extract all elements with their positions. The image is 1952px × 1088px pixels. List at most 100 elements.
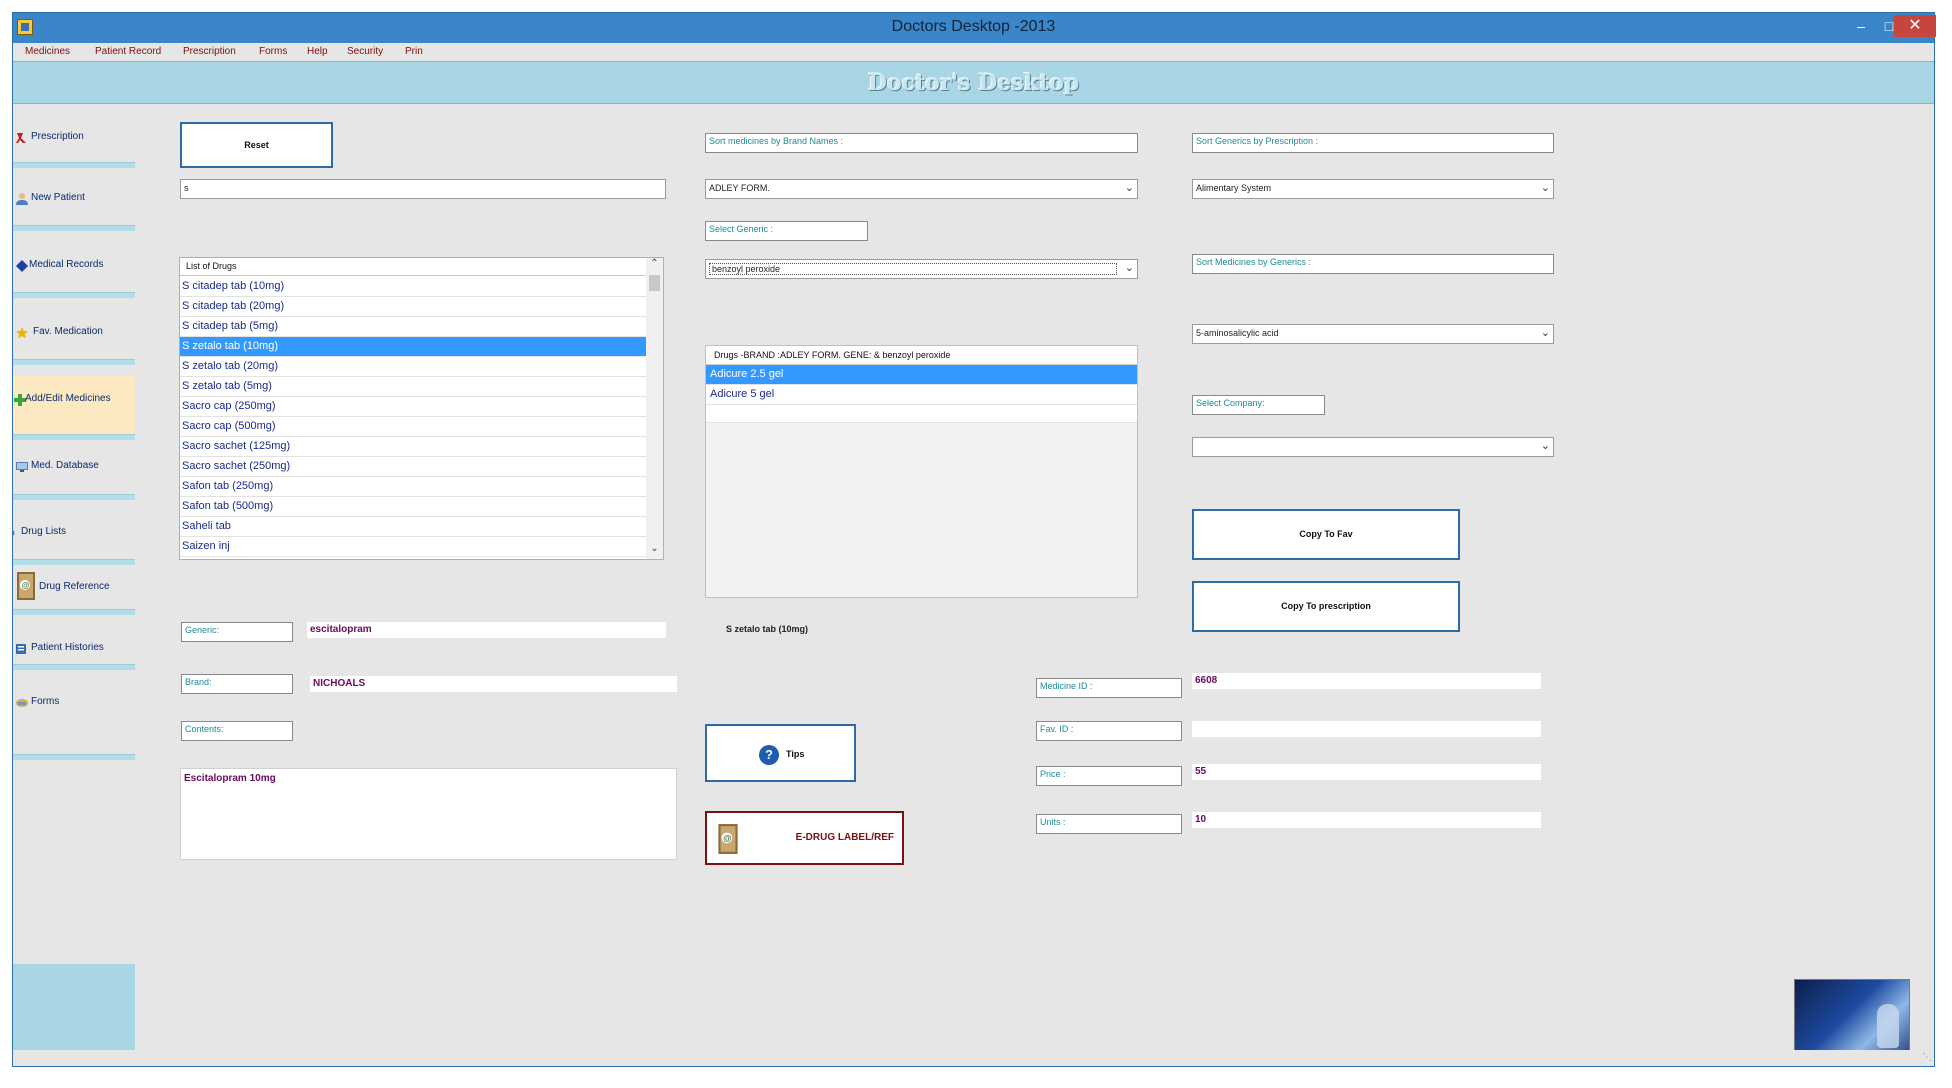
app-window: Doctors Desktop -2013 – □ ✕ Medicines Pa… — [12, 12, 1936, 1067]
sidebar-item-label: Patient Histories — [31, 642, 104, 653]
chevron-down-icon: ⌄ — [1540, 327, 1550, 339]
drug-list-item[interactable]: S citadep tab (20mg) — [180, 297, 646, 317]
svg-text:@: @ — [22, 581, 30, 590]
brand-list-item[interactable]: Adicure 5 gel — [706, 385, 1137, 405]
drug-list[interactable]: List of Drugs S citadep tab (10mg) S cita… — [179, 257, 664, 560]
drug-list-item[interactable]: Sacro sachet (250mg) — [180, 457, 646, 477]
copy-to-prescription-button[interactable]: Copy To prescription — [1192, 581, 1460, 632]
sidebar-divider — [13, 359, 135, 365]
new-patient-icon — [16, 193, 28, 205]
banner-title: Doctor's Desktop — [867, 70, 1080, 96]
sidebar-divider — [13, 434, 135, 440]
brand-list-header: Drugs -BRAND :ADLEY FORM. GENE: & benzoy… — [706, 346, 1137, 365]
sidebar-item-med-database[interactable]: Med. Database — [13, 460, 135, 480]
medicine-id-label: Medicine ID : — [1036, 678, 1182, 698]
sidebar-item-forms[interactable]: Forms — [13, 696, 135, 716]
menu-print[interactable]: Prin — [405, 46, 423, 57]
drug-list-item[interactable]: S zetalo tab (10mg) — [180, 337, 646, 357]
chevron-down-icon: ⌄ — [1124, 182, 1134, 194]
generic-label: Generic: — [181, 622, 293, 642]
menu-medicines[interactable]: Medicines — [25, 46, 70, 57]
sidebar-item-patient-histories[interactable]: Patient Histories — [13, 642, 135, 662]
sidebar-item-label: Drug Lists — [21, 526, 67, 537]
copy-to-fav-button[interactable]: Copy To Fav — [1192, 509, 1460, 560]
drug-list-item[interactable]: S zetalo tab (20mg) — [180, 357, 646, 377]
medical-records-icon — [16, 260, 28, 272]
drug-list-item[interactable]: Safon tab (250mg) — [180, 477, 646, 497]
drug-list-item[interactable]: Safon tab (500mg) — [180, 497, 646, 517]
sidebar-item-new-patient[interactable]: New Patient — [13, 192, 135, 212]
fav-id-label: Fav. ID : — [1036, 721, 1182, 741]
chevron-down-icon: ⌄ — [1124, 262, 1134, 274]
select-company-label: Select Company: — [1192, 395, 1325, 415]
sort-by-generics-label: Sort Medicines by Generics : — [1192, 254, 1554, 274]
title-bar[interactable]: Doctors Desktop -2013 – □ ✕ — [13, 13, 1936, 43]
menu-help[interactable]: Help — [307, 46, 328, 57]
drug-list-item[interactable]: Sacro cap (500mg) — [180, 417, 646, 437]
minimize-button[interactable]: – — [1846, 15, 1876, 37]
help-icon: ? — [759, 745, 779, 765]
sidebar-item-medical-records[interactable]: Medical Records — [13, 259, 135, 279]
sidebar-item-prescription[interactable]: Prescription — [13, 131, 135, 151]
reset-button[interactable]: Reset — [180, 122, 333, 168]
sidebar-divider — [13, 292, 135, 298]
generic-filter-select[interactable]: 5-aminosalicylic acid ⌄ — [1192, 324, 1554, 344]
sidebar-item-fav-medication[interactable]: Fav. Medication — [13, 326, 135, 346]
generic-select[interactable]: benzoyl peroxide ⌄ — [705, 259, 1138, 279]
monitor-icon — [16, 462, 28, 472]
sort-generics-label: Sort Generics by Prescription : — [1192, 133, 1554, 153]
client-area: Medicines Patient Record Prescription Fo… — [13, 43, 1934, 1066]
desktop-thumbnail-image — [1794, 979, 1910, 1059]
brand-label: Brand: — [181, 674, 293, 694]
scroll-down-icon[interactable]: ⌄ — [646, 543, 663, 559]
company-select[interactable]: ⌄ — [1192, 437, 1554, 457]
menu-patient-record[interactable]: Patient Record — [95, 46, 161, 57]
drug-list-item[interactable]: Saheli tab — [180, 517, 646, 537]
sidebar-divider — [13, 559, 135, 565]
menu-forms[interactable]: Forms — [259, 46, 287, 57]
drug-list-item[interactable]: Saizen inj — [180, 537, 646, 557]
close-button[interactable]: ✕ — [1894, 15, 1936, 37]
edrug-label-button[interactable]: @ E-DRUG LABEL/REF — [705, 811, 904, 865]
medicine-id-value: 6608 — [1192, 673, 1541, 689]
system-select[interactable]: Alimentary System ⌄ — [1192, 179, 1554, 199]
star-icon — [16, 327, 28, 339]
brand-company-select[interactable]: ADLEY FORM. ⌄ — [705, 179, 1138, 199]
sidebar-item-drug-lists[interactable]: Drug Lists — [13, 526, 135, 546]
drug-list-item[interactable]: S citadep tab (5mg) — [180, 317, 646, 337]
units-value: 10 — [1192, 812, 1541, 828]
resize-grip-icon[interactable]: ⋱ — [1922, 1052, 1932, 1063]
drug-list-item[interactable]: S zetalo tab (5mg) — [180, 377, 646, 397]
brand-value: NICHOALS — [310, 676, 677, 692]
sidebar-item-add-edit-medicines[interactable]: Add/Edit Medicines — [13, 393, 135, 413]
sidebar-item-label: Drug Reference — [39, 581, 110, 592]
sort-brand-label: Sort medicines by Brand Names : — [705, 133, 1138, 153]
drug-search-input[interactable]: s — [180, 179, 666, 199]
tips-button-label: Tips — [786, 749, 805, 759]
prescription-icon — [16, 133, 26, 143]
drug-list-item[interactable]: S citadep tab (10mg) — [180, 277, 646, 297]
brand-company-select-value: ADLEY FORM. — [709, 183, 770, 193]
sidebar-divider — [13, 609, 135, 615]
menu-prescription[interactable]: Prescription — [183, 46, 236, 57]
sidebar-divider — [13, 225, 135, 231]
drug-list-item[interactable]: Sacro sachet (125mg) — [180, 437, 646, 457]
drug-list-item[interactable]: Sacro cap (250mg) — [180, 397, 646, 417]
tips-button[interactable]: ? Tips — [705, 724, 856, 782]
sidebar-item-drug-reference[interactable]: @ Drug Reference — [13, 571, 135, 605]
menu-security[interactable]: Security — [347, 46, 383, 57]
list-item-empty — [706, 405, 1137, 423]
scroll-up-icon[interactable]: ⌃ — [646, 258, 663, 274]
window-title: Doctors Desktop -2013 — [891, 18, 1056, 35]
drug-list-scrollbar[interactable]: ⌃ ⌄ — [646, 258, 663, 559]
sidebar-item-label: New Patient — [31, 192, 85, 203]
brand-list[interactable]: Drugs -BRAND :ADLEY FORM. GENE: & benzoy… — [705, 345, 1138, 598]
scroll-thumb[interactable] — [649, 275, 660, 291]
sidebar-item-label: Med. Database — [31, 460, 99, 471]
sidebar-item-label: Medical Records — [29, 259, 104, 270]
list-icon — [13, 530, 15, 536]
sidebar-divider — [13, 754, 135, 760]
brand-list-item[interactable]: Adicure 2.5 gel — [706, 365, 1137, 385]
edrug-button-label: E-DRUG LABEL/REF — [795, 832, 894, 843]
contents-value[interactable]: Escitalopram 10mg — [180, 768, 677, 860]
